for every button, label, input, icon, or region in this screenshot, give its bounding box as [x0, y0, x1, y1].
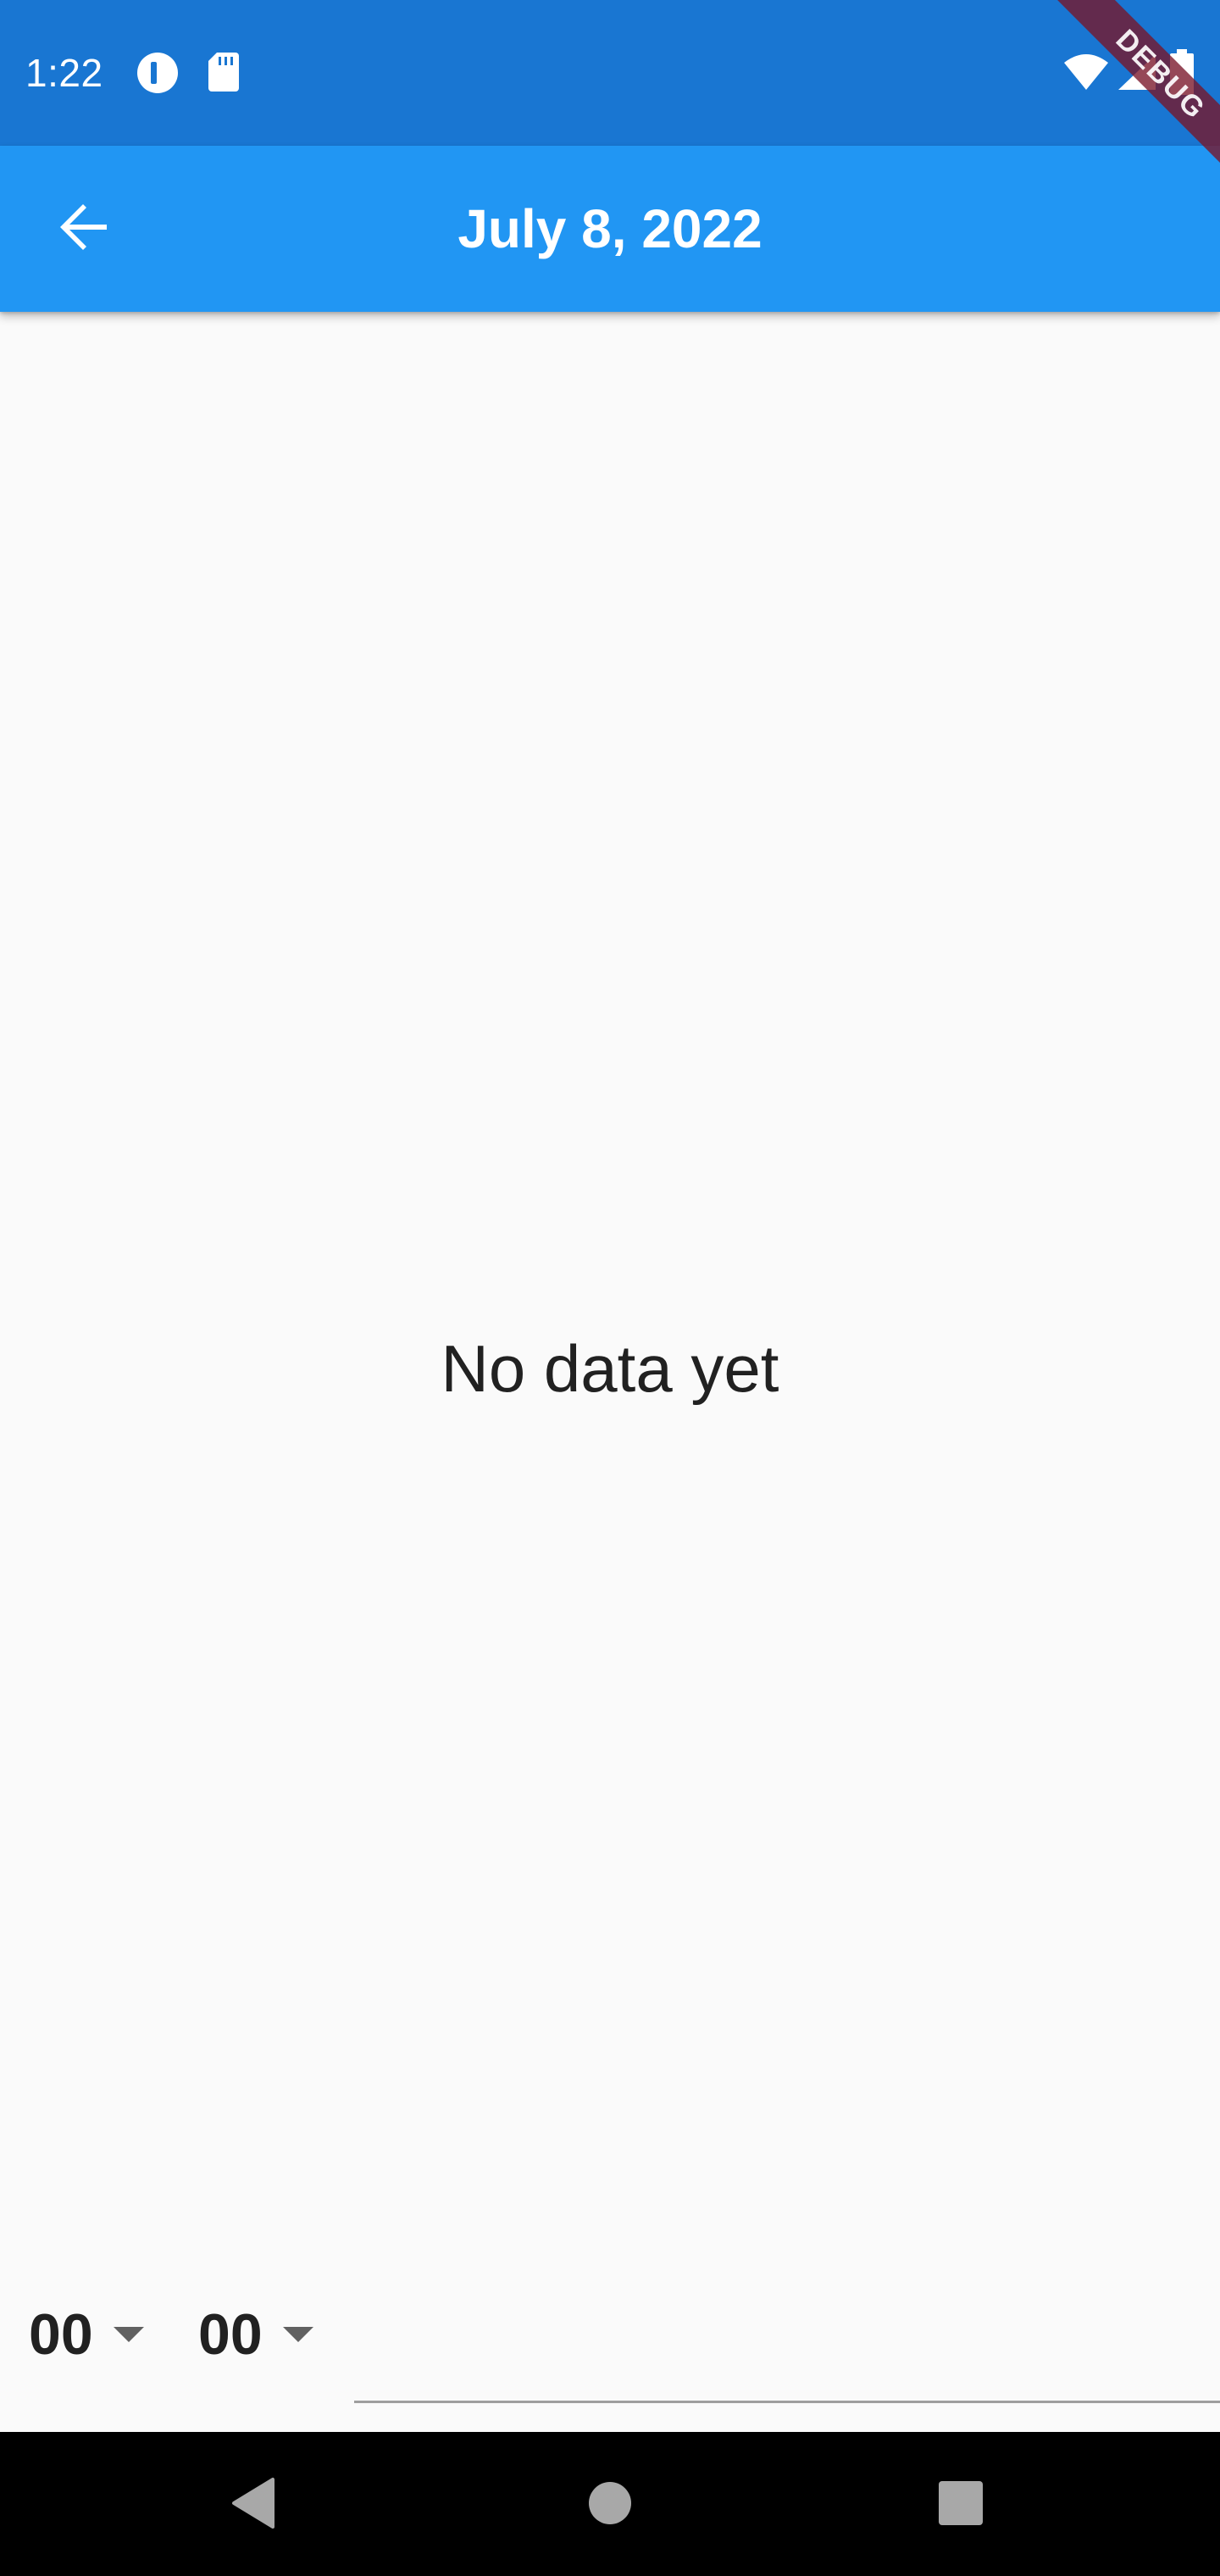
back-button[interactable]	[30, 175, 139, 283]
status-time: 1:22	[25, 51, 103, 95]
hour-dropdown[interactable]: 00	[29, 2288, 144, 2381]
sd-card-icon	[207, 51, 241, 95]
screen: 1:22 DEBUG July 8, 2022 No data yet 00 0…	[0, 0, 1220, 2576]
hour-value: 00	[29, 2302, 93, 2367]
minute-value: 00	[198, 2302, 263, 2367]
nav-recents-button[interactable]	[920, 2464, 1001, 2545]
home-circle-icon	[586, 2479, 634, 2531]
data-saver-icon	[136, 51, 180, 95]
wifi-icon	[1062, 53, 1110, 97]
dropdown-arrow-icon	[282, 2327, 313, 2342]
navigation-bar	[0, 2432, 1220, 2576]
arrow-back-icon	[58, 200, 112, 258]
dropdown-arrow-icon	[113, 2327, 144, 2342]
page-title: July 8, 2022	[458, 198, 762, 259]
nav-back-button[interactable]	[214, 2464, 295, 2545]
app-bar: July 8, 2022	[0, 146, 1220, 312]
empty-state-message: No data yet	[441, 1331, 779, 1406]
note-input[interactable]	[354, 2305, 1220, 2403]
minute-dropdown[interactable]: 00	[198, 2288, 313, 2381]
status-bar: 1:22	[0, 0, 1220, 146]
back-triangle-icon	[229, 2476, 280, 2534]
nav-home-button[interactable]	[569, 2464, 651, 2545]
recents-square-icon	[937, 2479, 984, 2531]
